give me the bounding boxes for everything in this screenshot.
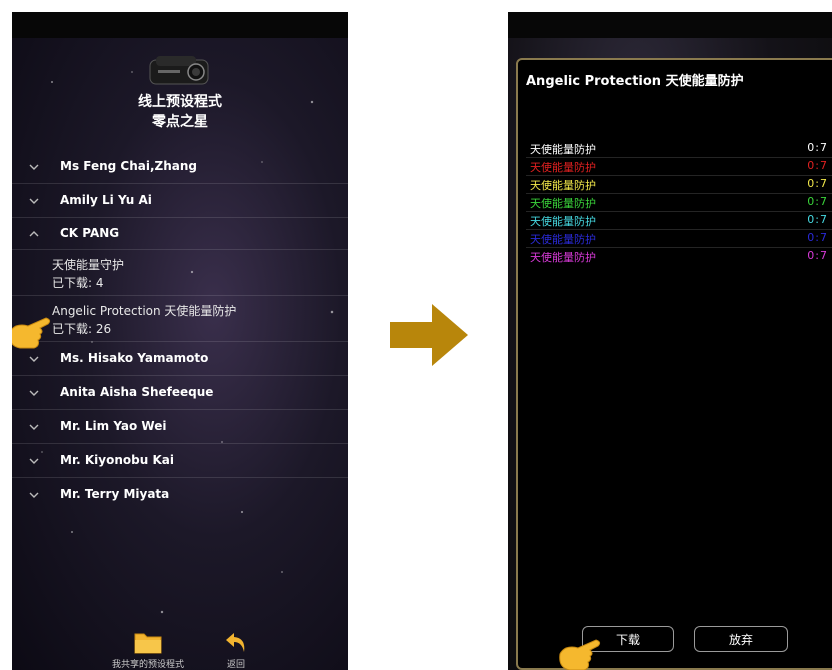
bottom-bar: 我共享的预设程式 返回 — [12, 630, 348, 670]
title-line-1: 线上预设程式 — [138, 94, 222, 110]
group-row-lim-yao-wei[interactable]: Mr. Lim Yao Wei — [12, 410, 348, 444]
shared-presets-button[interactable]: 我共享的预设程式 — [108, 630, 188, 670]
pointing-hand-icon — [559, 639, 601, 670]
group-name: Mr. Kiyonobu Kai — [60, 453, 174, 467]
group-name: Ms. Hisako Yamamoto — [60, 351, 209, 365]
program-name: 天使能量防护 — [530, 143, 596, 156]
program-row: 天使能量防护 0:7 — [526, 212, 832, 230]
program-name: 天使能量防护 — [530, 251, 596, 264]
status-bar — [508, 12, 832, 38]
program-value: 0:7 — [807, 213, 828, 226]
left-phone-screen: 线上预设程式 零点之星 Ms Feng Chai,Zhang Amily Li … — [12, 12, 348, 670]
program-row: 天使能量防护 0:7 — [526, 140, 832, 158]
title-line-2: 零点之星 — [152, 114, 208, 130]
shared-presets-label: 我共享的预设程式 — [111, 660, 184, 670]
program-value: 0:7 — [807, 195, 828, 208]
program-name: 天使能量防护 — [530, 179, 596, 192]
status-bar — [12, 12, 348, 38]
download-dialog: Angelic Protection 天使能量防护 天使能量防护 0:7 天使能… — [516, 58, 832, 670]
sub-item-angelic-protection[interactable]: Angelic Protection 天使能量防护 已下载: 26 — [12, 296, 348, 342]
chevron-down-icon — [29, 492, 39, 498]
program-name: 天使能量防护 — [530, 215, 596, 228]
back-button[interactable]: 返回 — [212, 630, 260, 670]
sub-item-angel-guard[interactable]: 天使能量守护 已下载: 4 — [12, 250, 348, 296]
program-row: 天使能量防护 0:7 — [526, 230, 832, 248]
program-row: 天使能量防护 0:7 — [526, 158, 832, 176]
chevron-down-icon — [29, 198, 39, 204]
cancel-button[interactable]: 放弃 — [694, 626, 788, 652]
group-row-feng-chai-zhang[interactable]: Ms Feng Chai,Zhang — [12, 150, 348, 184]
folder-icon — [134, 633, 162, 654]
group-name: Ms Feng Chai,Zhang — [60, 159, 198, 173]
program-row: 天使能量防护 0:7 — [526, 248, 832, 266]
chevron-down-icon — [29, 458, 39, 464]
program-row: 天使能量防护 0:7 — [526, 194, 832, 212]
program-value: 0:7 — [807, 141, 828, 154]
sub-item-downloads: 已下载: 26 — [52, 322, 112, 336]
group-row-amily-li-yu-ai[interactable]: Amily Li Yu Ai — [12, 184, 348, 218]
chevron-up-icon — [29, 231, 39, 237]
group-row-anita-aisha-shefeeque[interactable]: Anita Aisha Shefeeque — [12, 376, 348, 410]
program-name: 天使能量防护 — [530, 161, 596, 174]
program-value: 0:7 — [807, 231, 828, 244]
sub-item-title: 天使能量守护 — [52, 258, 125, 272]
group-row-terry-miyata[interactable]: Mr. Terry Miyata — [12, 478, 348, 512]
chevron-down-icon — [29, 390, 39, 396]
group-name: Amily Li Yu Ai — [60, 193, 152, 207]
page-title: 线上预设程式 零点之星 — [12, 92, 348, 132]
back-arrow-icon — [226, 633, 245, 652]
program-value: 0:7 — [807, 249, 828, 262]
right-arrow-icon — [390, 304, 468, 366]
chevron-down-icon — [29, 356, 39, 362]
projector-icon — [149, 56, 209, 85]
group-name: Mr. Terry Miyata — [60, 487, 170, 501]
chevron-down-icon — [29, 424, 39, 430]
program-row: 天使能量防护 0:7 — [526, 176, 832, 194]
program-value: 0:7 — [807, 177, 828, 190]
chevron-down-icon — [29, 164, 39, 170]
pointing-hand-icon — [12, 317, 51, 349]
group-row-hisako-yamamoto[interactable]: Ms. Hisako Yamamoto — [12, 342, 348, 376]
program-name: 天使能量防护 — [530, 197, 596, 210]
back-label: 返回 — [226, 660, 245, 670]
sub-item-downloads: 已下载: 4 — [52, 276, 104, 290]
sub-item-title: Angelic Protection 天使能量防护 — [52, 304, 237, 318]
program-value: 0:7 — [807, 159, 828, 172]
group-name: CK PANG — [60, 226, 120, 240]
group-row-ck-pang[interactable]: CK PANG — [12, 218, 348, 250]
group-name: Mr. Lim Yao Wei — [60, 419, 167, 433]
program-name: 天使能量防护 — [530, 233, 596, 246]
right-phone-screen: Angelic Protection 天使能量防护 天使能量防护 0:7 天使能… — [508, 12, 832, 670]
group-row-kiyonobu-kai[interactable]: Mr. Kiyonobu Kai — [12, 444, 348, 478]
group-name: Anita Aisha Shefeeque — [60, 385, 214, 399]
dialog-title: Angelic Protection 天使能量防护 — [526, 74, 744, 89]
